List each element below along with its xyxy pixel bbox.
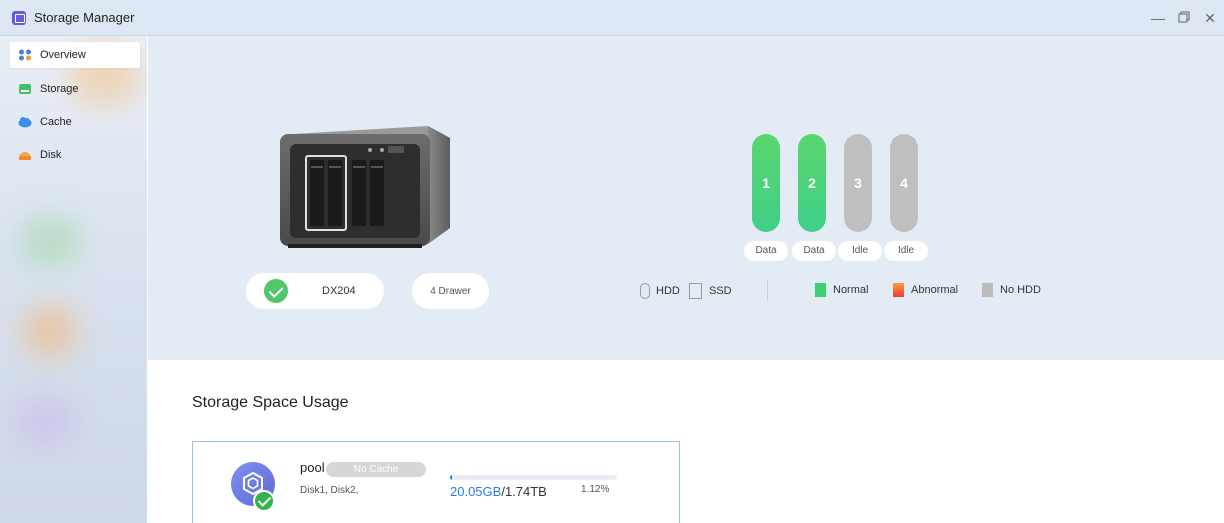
- bay-number: 3: [854, 175, 862, 191]
- bay-label: Data: [792, 241, 836, 261]
- sidebar-item-label: Overview: [40, 49, 86, 61]
- bay-label: Idle: [884, 241, 928, 261]
- legend-normal: Normal: [815, 283, 868, 297]
- app-title: Storage Manager: [34, 10, 135, 25]
- background-blob: [20, 216, 80, 266]
- sidebar-item-label: Disk: [40, 149, 62, 161]
- storage-icon: [18, 83, 32, 95]
- usage-progress-bar: [450, 475, 617, 480]
- drawer-count-pill: 4 Drawer: [412, 273, 489, 309]
- sidebar-item-overview[interactable]: Overview: [10, 42, 140, 68]
- close-icon[interactable]: ✕: [1202, 10, 1218, 27]
- nas-device-image: [278, 120, 456, 252]
- background-blob: [15, 396, 75, 446]
- section-title: Storage Space Usage: [192, 394, 349, 411]
- bay-label: Idle: [838, 241, 882, 261]
- minimize-icon[interactable]: —: [1150, 10, 1166, 26]
- bay-1[interactable]: 1: [752, 134, 780, 232]
- legend-label: Normal: [833, 284, 869, 296]
- bay-label: Data: [744, 241, 788, 261]
- sidebar-item-disk[interactable]: Disk: [10, 142, 140, 168]
- total-capacity: /1.74TB: [501, 484, 547, 499]
- sidebar: Overview Storage Cache Disk: [0, 36, 147, 523]
- sidebar-item-label: Storage: [40, 83, 79, 95]
- pool-card[interactable]: pool No Cache Disk1, Disk2, 20.05GB/1.74…: [192, 441, 680, 523]
- bay-number: 2: [808, 175, 816, 191]
- normal-swatch: [815, 283, 826, 297]
- used-capacity: 20.05GB: [450, 484, 502, 499]
- check-icon: [264, 279, 288, 303]
- legend-hdd: HDD: [640, 283, 680, 299]
- hdd-icon: [640, 283, 650, 299]
- no-hdd-swatch: [982, 283, 993, 297]
- device-model-pill: DX204: [246, 273, 384, 309]
- restore-icon[interactable]: [1176, 10, 1192, 26]
- cache-badge: No Cache: [326, 462, 426, 477]
- bay-number: 4: [900, 175, 908, 191]
- legend-abnormal: Abnormal: [893, 283, 958, 297]
- pool-name: pool: [300, 460, 325, 475]
- check-icon: [253, 490, 275, 512]
- disk-icon: [18, 149, 32, 161]
- legend-label: SSD: [709, 285, 732, 297]
- title-bar: Storage Manager — ✕: [0, 0, 1224, 36]
- ssd-icon: [689, 283, 702, 299]
- bay-3[interactable]: 3: [844, 134, 872, 232]
- app-icon: [12, 10, 26, 25]
- overview-icon: [18, 49, 32, 61]
- usage-percent: 1.12%: [581, 484, 610, 495]
- usage-progress-fill: [450, 475, 452, 480]
- sidebar-item-cache[interactable]: Cache: [10, 109, 140, 135]
- abnormal-swatch: [893, 283, 904, 297]
- legend-label: No HDD: [1000, 284, 1041, 296]
- bay-4[interactable]: 4: [890, 134, 918, 232]
- window-controls: — ✕: [1150, 0, 1218, 36]
- sidebar-item-storage[interactable]: Storage: [10, 76, 140, 102]
- cache-icon: [18, 116, 32, 128]
- pool-disks: Disk1, Disk2,: [300, 485, 359, 496]
- bay-2[interactable]: 2: [798, 134, 826, 232]
- usage-text: 20.05GB/1.74TB: [450, 484, 547, 499]
- background-blob: [25, 306, 75, 356]
- legend-no-hdd: No HDD: [982, 283, 1041, 297]
- device-model: DX204: [322, 285, 356, 297]
- bay-number: 1: [762, 175, 770, 191]
- legend-ssd: SSD: [689, 283, 732, 299]
- legend-label: Abnormal: [911, 284, 959, 296]
- legend-label: HDD: [656, 285, 680, 297]
- sidebar-item-label: Cache: [40, 116, 72, 128]
- legend-divider: [767, 280, 768, 300]
